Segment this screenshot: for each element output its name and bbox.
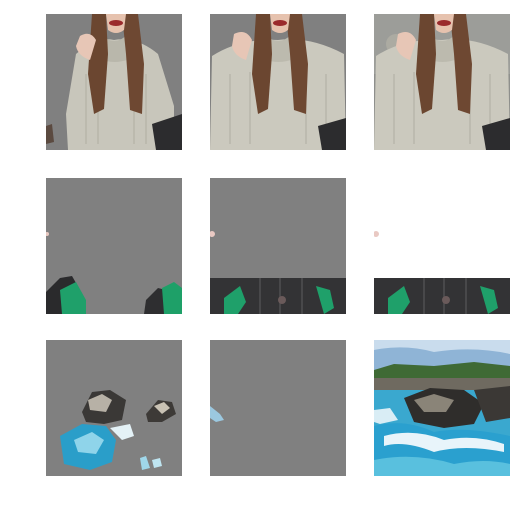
image-tile-r3c3 <box>374 340 510 476</box>
image-tile-r2c2 <box>210 178 346 314</box>
image-tile-r2c3 <box>374 178 510 314</box>
woman-sweater-masked-image <box>46 14 182 150</box>
image-tile-r3c1 <box>46 340 182 476</box>
green-jacket-masked-image <box>46 178 182 314</box>
image-tile-r3c2 <box>210 340 346 476</box>
woman-sweater-full-image <box>374 14 510 150</box>
image-tile-r1c3 <box>374 14 510 150</box>
image-tile-r2c1 <box>46 178 182 314</box>
rocky-coast-masked-image <box>210 340 346 476</box>
image-tile-r1c1 <box>46 14 182 150</box>
rocky-coast-full-image <box>374 340 510 476</box>
rocky-coast-masked-image <box>46 340 182 476</box>
image-tile-r1c2 <box>210 14 346 150</box>
dark-jacket-on-white-image <box>374 178 510 314</box>
dark-jacket-masked-image <box>210 178 346 314</box>
woman-sweater-masked-image <box>210 14 346 150</box>
